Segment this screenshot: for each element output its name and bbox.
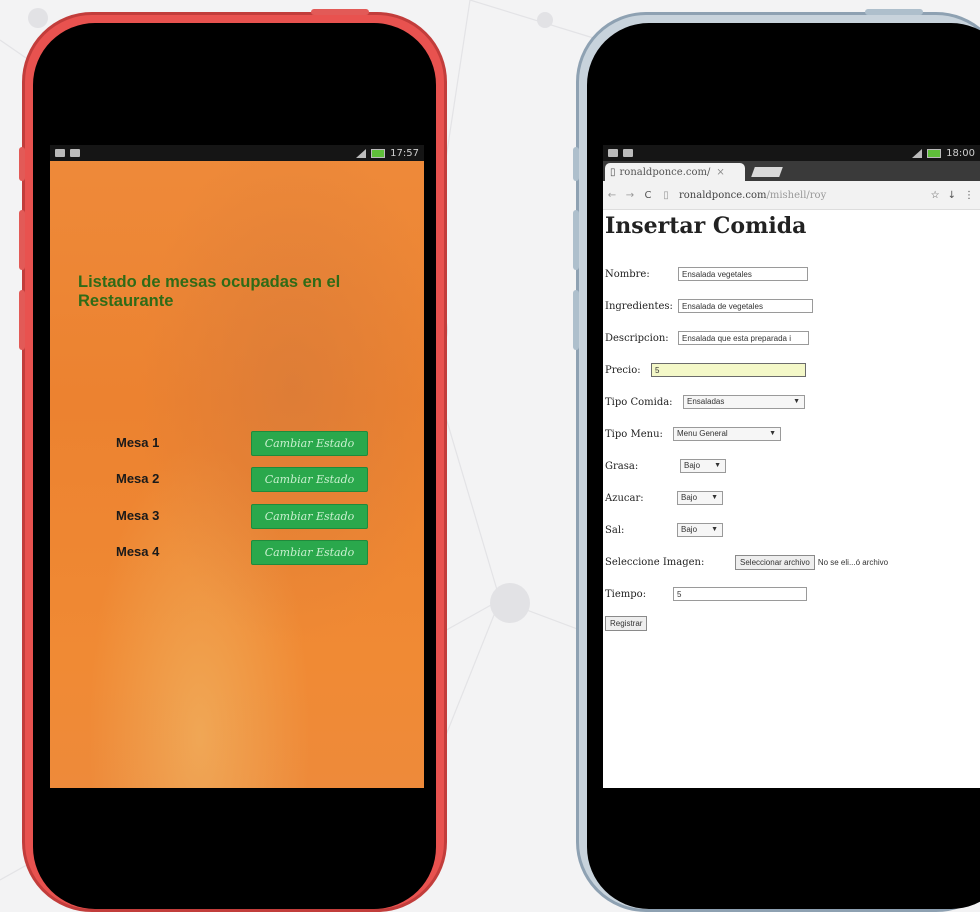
precio-label: Precio: [605, 364, 641, 376]
sal-label: Sal: [605, 524, 625, 536]
mesa-label: Mesa 4 [116, 544, 160, 559]
imagen-row: Seleccione Imagen: Seleccionar archivo N… [605, 555, 888, 570]
nombre-input[interactable]: Ensalada vegetales [678, 267, 808, 281]
download-icon[interactable]: ↓ [948, 190, 956, 201]
ingredientes-label: Ingredientes: [605, 300, 673, 312]
azucar-row: Azucar: Bajo ▼ [605, 491, 723, 505]
tiempo-row: Tiempo: 5 [605, 587, 807, 601]
forward-arrow-icon[interactable]: → [621, 190, 639, 201]
file-status-text: No se eli...ó archivo [817, 558, 889, 567]
right-phone-volume-up [573, 210, 579, 270]
usb-icon [608, 149, 618, 157]
descripcion-row: Descripcion: Ensalada que esta preparada… [605, 331, 809, 345]
tiempo-input[interactable]: 5 [673, 587, 807, 601]
new-tab-button[interactable] [751, 167, 783, 177]
usb-icon [55, 149, 65, 157]
browser-tab-strip: ▯ ronaldponce.com/ × [603, 161, 980, 181]
nombre-label: Nombre: [605, 268, 650, 280]
signal-icon [912, 148, 923, 158]
azucar-select[interactable]: Bajo ▼ [677, 491, 723, 505]
url-path: /mishell/roy [766, 189, 827, 201]
close-icon[interactable]: × [716, 167, 724, 178]
status-time: 18:00 [946, 147, 975, 159]
precio-input[interactable]: 5 [651, 363, 806, 377]
browser-url-bar: ← → C ▯ ronaldponce.com/mishell/roy ☆ ↓ … [603, 181, 980, 210]
tipo-menu-select[interactable]: Menu General ▼ [673, 427, 781, 441]
status-time: 17:57 [390, 147, 419, 159]
left-phone-volume-down [19, 290, 25, 350]
ingredientes-row: Ingredientes: Ensalada de vegetales [605, 299, 813, 313]
azucar-value: Bajo [681, 493, 698, 502]
grasa-value: Bajo [684, 461, 701, 470]
left-phone-power-button [311, 9, 369, 15]
android-status-bar: 18:00 [603, 145, 980, 161]
browser-tab[interactable]: ▯ ronaldponce.com/ × [605, 163, 745, 181]
star-icon[interactable]: ☆ [931, 190, 940, 201]
left-phone-screen: 17:57 Listado de mesas ocupadas en el Re… [50, 145, 424, 788]
tipo-menu-label: Tipo Menu: [605, 428, 663, 440]
battery-icon [927, 148, 942, 158]
back-arrow-icon[interactable]: ← [603, 190, 621, 201]
azucar-label: Azucar: [605, 492, 644, 504]
sal-value: Bajo [681, 525, 698, 534]
submit-row: Registrar [605, 616, 648, 631]
tipo-comida-label: Tipo Comida: [605, 396, 673, 408]
dropdown-arrow-icon: ▼ [793, 398, 800, 405]
reload-icon[interactable]: C [639, 190, 657, 201]
precio-row: Precio: 5 [605, 363, 806, 377]
tab-title: ronaldponce.com/ [619, 166, 711, 178]
mesa-row: Mesa 2 Cambiar Estado [116, 467, 376, 493]
cambiar-estado-button[interactable]: Cambiar Estado [251, 504, 368, 529]
cambiar-estado-button[interactable]: Cambiar Estado [251, 431, 368, 456]
url-field[interactable]: ronaldponce.com/mishell/roy [679, 190, 826, 201]
imagen-label: Seleccione Imagen: [605, 557, 705, 568]
right-phone-side-button [573, 147, 579, 181]
tipo-menu-row: Tipo Menu: Menu General ▼ [605, 427, 781, 441]
left-phone-volume-up [19, 210, 25, 270]
dropdown-arrow-icon: ▼ [769, 430, 776, 437]
cambiar-estado-button[interactable]: Cambiar Estado [251, 540, 368, 565]
registrar-button[interactable]: Registrar [605, 616, 648, 631]
mesa-row: Mesa 4 Cambiar Estado [116, 540, 376, 566]
tipo-menu-value: Menu General [677, 429, 728, 438]
dropdown-arrow-icon: ▼ [711, 526, 718, 533]
mesas-page-title: Listado de mesas ocupadas en el Restaura… [78, 273, 341, 310]
descripcion-label: Descripcion: [605, 332, 669, 344]
page-icon: ▯ [610, 166, 616, 178]
tipo-comida-value: Ensaladas [687, 397, 725, 406]
dropdown-arrow-icon: ▼ [714, 462, 721, 469]
android-status-bar: 17:57 [50, 145, 424, 161]
menu-dots-icon[interactable]: ⋮ [964, 190, 974, 201]
signal-icon [356, 148, 367, 158]
mesa-label: Mesa 1 [116, 435, 160, 450]
mesa-label: Mesa 3 [116, 508, 160, 523]
grasa-select[interactable]: Bajo ▼ [680, 459, 726, 473]
right-phone-screen: 18:00 ▯ ronaldponce.com/ × ← → C ▯ ronal… [603, 145, 980, 788]
mesa-row: Mesa 1 Cambiar Estado [116, 431, 376, 457]
ingredientes-input[interactable]: Ensalada de vegetales [678, 299, 813, 313]
mesa-label: Mesa 2 [116, 471, 160, 486]
page-info-icon[interactable]: ▯ [657, 190, 675, 201]
cambiar-estado-button[interactable]: Cambiar Estado [251, 467, 368, 492]
seleccionar-archivo-button[interactable]: Seleccionar archivo [735, 555, 815, 570]
sal-row: Sal: Bajo ▼ [605, 523, 723, 537]
page-heading: Insertar Comida [605, 213, 807, 239]
notification-icon [623, 149, 633, 157]
descripcion-input[interactable]: Ensalada que esta preparada i [678, 331, 809, 345]
url-host: ronaldponce.com [679, 189, 767, 201]
right-phone-power-button [865, 9, 923, 15]
grasa-label: Grasa: [605, 460, 639, 472]
mesa-row: Mesa 3 Cambiar Estado [116, 504, 376, 530]
tipo-comida-select[interactable]: Ensaladas ▼ [683, 395, 805, 409]
nombre-row: Nombre: Ensalada vegetales [605, 267, 808, 281]
notification-icon [70, 149, 80, 157]
tipo-comida-row: Tipo Comida: Ensaladas ▼ [605, 395, 805, 409]
sal-select[interactable]: Bajo ▼ [677, 523, 723, 537]
tiempo-label: Tiempo: [605, 588, 647, 600]
right-phone-volume-down [573, 290, 579, 350]
left-phone-side-button [19, 147, 25, 181]
dropdown-arrow-icon: ▼ [711, 494, 718, 501]
battery-icon [371, 148, 386, 158]
grasa-row: Grasa: Bajo ▼ [605, 459, 726, 473]
